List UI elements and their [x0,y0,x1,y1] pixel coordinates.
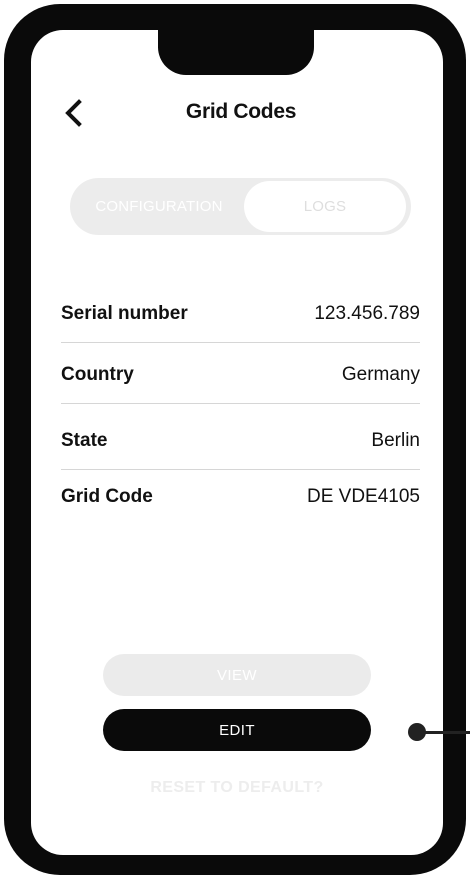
tab-switcher: CONFIGURATION LOGS [70,178,411,235]
detail-label: Grid Code [61,486,153,507]
detail-row-grid-code: Grid Code DE VDE4105 [61,470,420,525]
tab-logs[interactable]: LOGS [244,181,406,232]
view-button[interactable]: VIEW [103,654,371,696]
callout-line [424,731,470,734]
reset-to-default-link[interactable]: RESET TO DEFAULT? [103,779,371,797]
edit-button[interactable]: EDIT [103,709,371,751]
detail-row-serial-number: Serial number 123.456.789 [61,282,420,343]
tab-configuration[interactable]: CONFIGURATION [74,178,244,235]
grid-code-details: Serial number 123.456.789 Country German… [61,282,420,525]
detail-row-country: Country Germany [61,343,420,404]
page-title: Grid Codes [185,100,297,123]
detail-value: DE VDE4105 [306,486,420,507]
detail-row-state: State Berlin [61,404,420,470]
detail-value: Germany [341,364,420,385]
detail-label: Country [61,364,134,385]
detail-value: 123.456.789 [314,303,420,324]
detail-label: State [61,430,108,451]
phone-notch [158,28,314,75]
detail-value: Berlin [371,430,420,451]
chevron-left-icon[interactable] [58,98,88,128]
detail-label: Serial number [61,303,188,324]
